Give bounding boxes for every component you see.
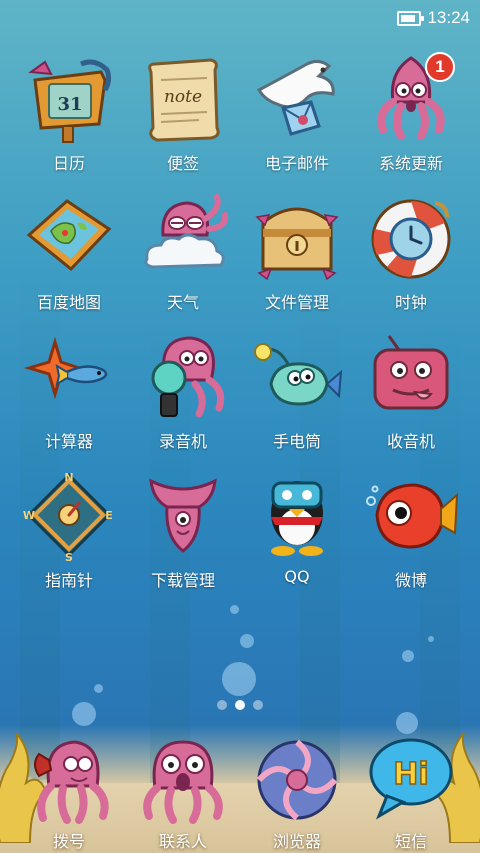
app-clock[interactable]: 时钟 — [354, 189, 468, 313]
app-label: 录音机 — [158, 432, 207, 451]
octopus-phone-icon — [21, 730, 117, 826]
squid-icon: 1 — [363, 50, 459, 146]
status-time: 13:24 — [427, 8, 470, 27]
dock: 拨号 联系人 浏览器 Hi 短信 — [0, 730, 480, 853]
app-email[interactable]: 电子邮件 — [240, 50, 354, 174]
octopus-recorder-icon — [135, 328, 231, 424]
app-label: 百度地图 — [36, 293, 101, 312]
dock-messages[interactable]: Hi 短信 — [354, 730, 468, 853]
app-label: 文件管理 — [264, 293, 329, 312]
svg-text:N: N — [64, 471, 73, 484]
bubble-decoration — [222, 662, 256, 696]
bubble-decoration — [230, 605, 239, 614]
app-recorder[interactable]: 录音机 — [126, 328, 240, 452]
page-dot[interactable] — [253, 700, 263, 710]
app-system-update[interactable]: 1 系统更新 — [354, 50, 468, 174]
app-label: 计算器 — [44, 432, 93, 451]
app-label: 指南针 — [44, 571, 93, 590]
app-label: 收音机 — [386, 432, 435, 451]
lifebuoy-clock-icon — [363, 189, 459, 285]
app-label: 日历 — [52, 154, 85, 173]
compass-icon: N E S W — [21, 467, 117, 564]
bubble-decoration — [402, 650, 414, 662]
radio-icon — [363, 328, 459, 424]
app-calculator[interactable]: 计算器 — [12, 328, 126, 452]
dock-browser[interactable]: 浏览器 — [240, 730, 354, 853]
app-label: 短信 — [394, 832, 427, 851]
treasure-chest-icon — [249, 189, 345, 285]
app-compass[interactable]: N E S W 指南针 — [12, 467, 126, 591]
notification-badge: 1 — [425, 52, 455, 82]
app-calendar[interactable]: 31 日历 — [12, 50, 126, 174]
app-qq[interactable]: QQ — [240, 467, 354, 591]
octopus-cloud-icon — [135, 189, 231, 285]
hi-bubble-icon: Hi — [363, 730, 459, 826]
note-scroll-icon: note — [135, 50, 231, 146]
app-flashlight[interactable]: 手电筒 — [240, 328, 354, 452]
penguin-icon — [249, 467, 345, 563]
shell-browser-icon — [249, 730, 345, 826]
app-label: 下载管理 — [150, 571, 215, 590]
page-indicator — [0, 700, 480, 710]
app-label: 手电筒 — [272, 432, 321, 451]
svg-text:Hi: Hi — [393, 757, 428, 792]
dock-dialer[interactable]: 拨号 — [12, 730, 126, 853]
app-notes[interactable]: note 便签 — [126, 50, 240, 174]
goldfish-icon — [363, 467, 459, 563]
bubble-decoration — [428, 636, 434, 642]
battery-icon — [397, 10, 425, 26]
app-label: 拨号 — [52, 832, 85, 851]
page-dot-active[interactable] — [235, 700, 245, 710]
app-label: 电子邮件 — [264, 154, 329, 173]
svg-text:31: 31 — [57, 94, 82, 115]
anglerfish-icon — [249, 328, 345, 424]
app-grid: 31 日历 note 便签 电子邮件 1 系统更新 百度地图 天气 文件管理 时… — [0, 50, 480, 591]
fish-star-icon — [21, 328, 117, 424]
bubble-decoration — [240, 634, 254, 648]
app-baidu-map[interactable]: 百度地图 — [12, 189, 126, 313]
app-label: 系统更新 — [378, 154, 443, 173]
svg-text:note: note — [164, 87, 202, 107]
squid-download-icon — [135, 467, 231, 563]
svg-text:E: E — [105, 509, 113, 522]
app-file-manager[interactable]: 文件管理 — [240, 189, 354, 313]
bubble-decoration — [94, 684, 103, 693]
app-label: 联系人 — [158, 832, 207, 851]
app-radio[interactable]: 收音机 — [354, 328, 468, 452]
app-label: 微博 — [394, 571, 427, 590]
calendar-icon: 31 — [21, 50, 117, 146]
app-weather[interactable]: 天气 — [126, 189, 240, 313]
status-bar: 13:24 — [0, 0, 480, 36]
app-label: 时钟 — [394, 293, 427, 312]
app-label: 浏览器 — [272, 832, 321, 851]
app-label: QQ — [284, 567, 310, 586]
page-dot[interactable] — [217, 700, 227, 710]
svg-text:W: W — [23, 509, 35, 522]
app-weibo[interactable]: 微博 — [354, 467, 468, 591]
map-icon — [21, 189, 117, 285]
dove-mail-icon — [249, 50, 345, 146]
octopus-contacts-icon — [135, 730, 231, 826]
svg-text:S: S — [65, 551, 73, 563]
app-download-manager[interactable]: 下载管理 — [126, 467, 240, 591]
app-label: 便签 — [166, 154, 199, 173]
dock-contacts[interactable]: 联系人 — [126, 730, 240, 853]
app-label: 天气 — [166, 293, 199, 312]
